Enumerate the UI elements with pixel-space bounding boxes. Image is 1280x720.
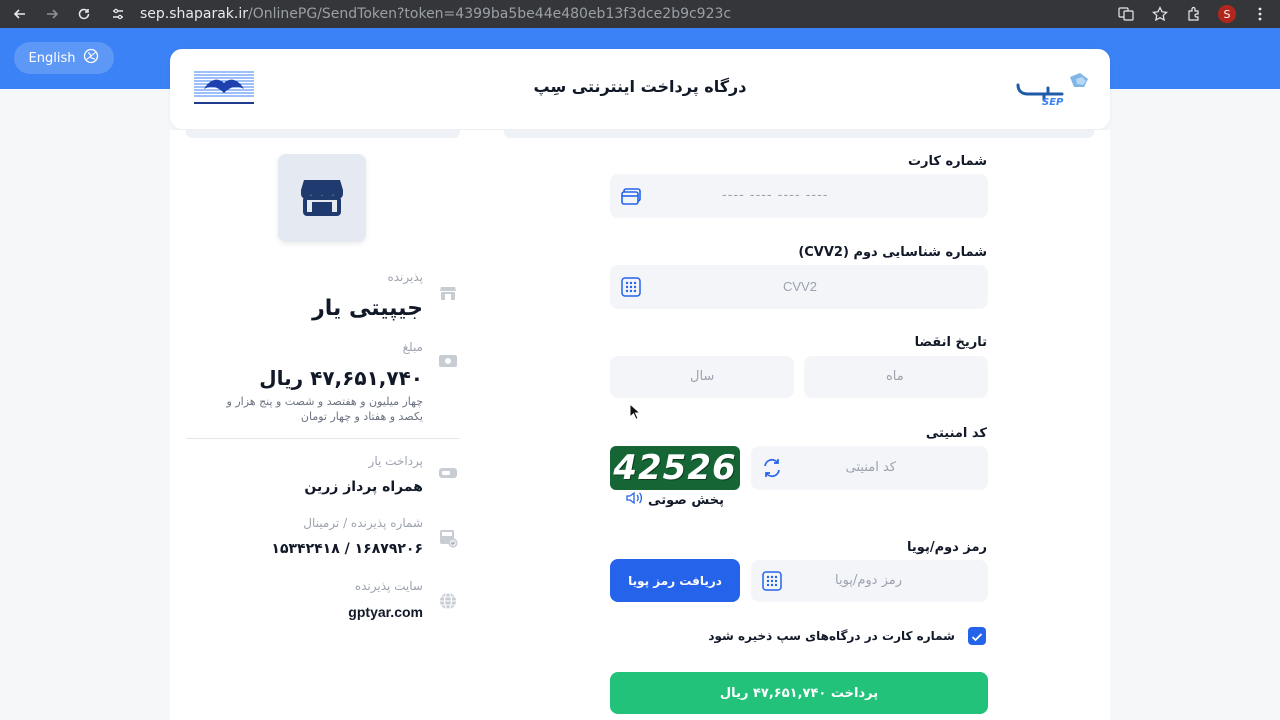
bookmark-star-icon[interactable] [1150,4,1170,24]
shop-icon [438,283,458,303]
mouse-cursor-icon [629,402,642,421]
audio-captcha-button[interactable]: پخش صوتی [620,491,730,509]
facilitator-value: همراه پرداز زرین [304,479,423,495]
acceptor-label: پذیرنده [387,270,423,284]
forward-icon[interactable] [36,0,68,28]
url-path: /OnlinePG/SendToken?token=4399ba5be44e48… [248,6,732,22]
get-dynamic-password-button[interactable]: دریافت رمز پویا [610,559,740,602]
facilitator-label: پرداخت یار [368,454,423,468]
menu-kebab-icon[interactable] [1250,4,1270,24]
profile-avatar[interactable]: S [1218,5,1236,23]
card-number-placeholder: ---- ---- ---- ---- [722,188,829,203]
sep-logo-text: SEP [1042,97,1064,107]
amount-value: ۴۷,۶۵۱,۷۴۰ ریال [259,366,423,390]
terminal-icon [438,528,458,548]
captcha-image-text: 42526 [613,448,737,488]
address-bar[interactable]: sep.shaparak.ir/OnlinePG/SendToken?token… [108,0,1108,28]
check-icon [971,627,983,646]
gateway-header-card: درگاه پرداخت اینترنتی سِپ SEP [170,49,1110,129]
reload-icon[interactable] [68,0,100,28]
info-divider [186,438,460,439]
cvv2-label: شماره شناسایی دوم (CVV2) [798,245,987,260]
browser-toolbar: sep.shaparak.ir/OnlinePG/SendToken?token… [0,0,1280,28]
card-number-field[interactable]: ---- ---- ---- ---- [610,174,988,218]
captcha-placeholder: کد امنیتی [845,460,896,475]
captcha-field[interactable]: کد امنیتی [751,446,988,490]
card-number-label: شماره کارت [907,154,987,169]
site-settings-icon[interactable] [108,4,128,24]
merchant-store-avatar [278,154,366,242]
otp-label: رمز دوم/پویا [907,540,987,555]
save-card-label: شماره کارت در درگاه‌های سپ ذخیره شود [708,629,955,643]
back-icon[interactable] [4,0,36,28]
site-value: gptyar.com [348,604,423,620]
money-icon [438,351,458,371]
cvv2-placeholder: CVV2 [783,279,817,294]
speaker-icon [626,491,644,509]
audio-label: پخش صوتی [648,492,724,508]
shaparak-logo [194,69,254,109]
pay-button[interactable]: پرداخت ۴۷,۶۵۱,۷۴۰ ریال [610,672,988,714]
otp-field[interactable]: رمز دوم/پویا [751,560,988,602]
terminal-value: ۱۶۸۷۹۲۰۶ / ۱۵۳۴۲۴۱۸ [271,541,423,557]
otp-keypad-icon[interactable] [762,571,782,595]
expiry-year-field[interactable]: سال [610,356,794,398]
captcha-label: کد امنیتی [925,426,987,441]
expiry-year-placeholder: سال [690,369,715,384]
site-label: سایت پذیرنده [354,579,423,593]
expiry-month-placeholder: ماه [886,369,904,384]
save-card-checkbox[interactable] [968,627,986,645]
globe-icon [83,48,99,68]
refresh-captcha-icon[interactable] [761,457,783,483]
page-title: درگاه پرداخت اینترنتی سِپ [533,77,747,96]
translate-icon[interactable] [1116,4,1136,24]
otp-placeholder: رمز دوم/پویا [835,573,902,588]
facilitator-icon [438,463,458,483]
merchant-card-tab [186,130,460,138]
terminal-label: شماره پذیرنده / ترمینال [303,516,423,530]
acceptor-name: جیپیتی یار [312,296,423,321]
captcha-image: 42526 [610,446,740,490]
cvv2-field[interactable]: CVV2 [610,265,988,309]
expiry-label: تاریخ انقضا [914,335,987,350]
amount-in-words: چهار میلیون و هفتصد و شصت و پنج هزار و ی… [226,395,423,423]
language-button[interactable]: English [14,42,114,74]
url-host: sep.shaparak.ir [140,6,248,22]
amount-label: مبلغ [402,340,423,354]
language-label: English [28,50,76,66]
expiry-month-field[interactable]: ماه [804,356,988,398]
sep-logo: SEP [1014,71,1094,108]
credit-card-icon [621,186,643,210]
payment-card-tab [504,130,1094,138]
website-globe-icon [438,591,458,611]
extensions-icon[interactable] [1184,4,1204,24]
keypad-icon[interactable] [621,277,641,301]
store-icon [300,176,344,220]
